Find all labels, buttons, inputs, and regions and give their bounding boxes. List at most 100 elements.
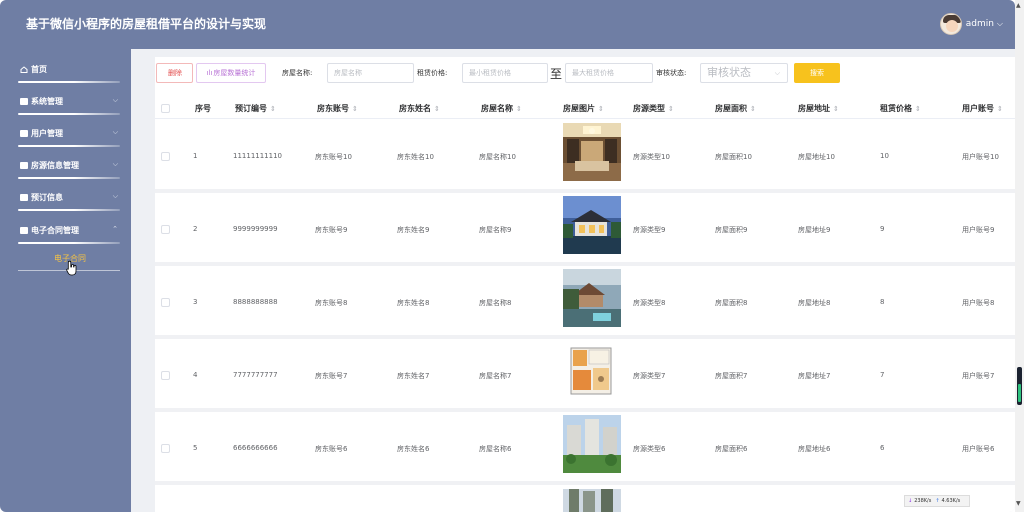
landlord-name: 房东姓名8 [397,299,430,307]
range-separator: 至 [550,67,563,81]
chevron-up-icon: ⌃ [112,225,118,233]
chart-icon: ılı [206,69,213,77]
scroll-up-icon[interactable]: ▲ [1016,2,1021,9]
house-name: 房屋名称10 [479,153,516,161]
column-header-landlord-account[interactable]: 房东账号 ⇕ [317,103,358,114]
column-header-house-image[interactable]: 房屋图片 ⇕ [563,103,604,114]
content-panel: 删除 ılı 房屋数量统计 房屋名称: 房屋名称 租赁价格: 最小租赁价格 至 … [155,57,1015,512]
delete-button[interactable]: 删除 [156,63,193,83]
folder-icon [20,129,28,137]
max-price-input[interactable]: 最大租赁价格 [565,63,653,83]
order-no: 11111111110 [233,152,282,160]
listing-type: 房源类型6 [633,445,666,453]
house-name-label: 房屋名称: [282,69,313,77]
order-no: 6666666666 [233,444,278,452]
sidebar-item-users[interactable]: 用户管理 ⌵ [18,121,120,147]
home-icon [20,65,28,73]
scroll-down-icon[interactable]: ▼ [1016,500,1021,507]
listing-type: 房源类型8 [633,299,666,307]
avatar[interactable] [939,13,962,35]
row-checkbox[interactable] [161,298,170,307]
grid-icon [20,97,28,105]
table-row[interactable]: 5 6666666666 房东账号6 房东姓名6 房屋名称6 房源类型6 房屋面… [155,412,1015,485]
column-header-price[interactable]: 租赁价格 ⇕ [880,103,921,114]
select-all-checkbox[interactable] [161,104,170,113]
status-label: 审核状态: [656,69,687,77]
user-account: 用户账号6 [962,445,995,453]
column-header-address[interactable]: 房屋地址 ⇕ [798,103,839,114]
landlord-name: 房东姓名10 [397,153,434,161]
sidebar-item-label: 系统管理 [31,96,63,106]
house-address: 房屋地址6 [798,445,831,453]
toolbar: 删除 ılı 房屋数量统计 房屋名称: 房屋名称 租赁价格: 最小租赁价格 至 … [155,63,1015,85]
sort-icon: ⇕ [516,105,522,113]
sidebar-item-label: 预订信息 [31,192,63,202]
sidebar-item-listings[interactable]: 房源信息管理 ⌵ [18,153,120,179]
house-name: 房屋名称9 [479,226,512,234]
house-image-seaside-villa[interactable] [563,269,621,327]
download-arrow-icon: ↓ [908,498,913,504]
page-scrollbar[interactable] [1015,0,1024,512]
row-checkbox[interactable] [161,371,170,380]
sidebar: 首页 系统管理 ⌵ 用户管理 ⌵ 房源信息管理 ⌵ 预订信息 ⌵ 电子合同管理 … [0,49,131,512]
house-name-input[interactable]: 房屋名称 [327,63,414,83]
row-checkbox[interactable] [161,225,170,234]
calendar-icon [20,193,28,201]
table-row[interactable]: 4 7777777777 房东账号7 房东姓名7 房屋名称7 房源类型7 房屋面… [155,339,1015,412]
sort-icon: ⇕ [997,105,1003,113]
sort-icon: ⇕ [750,105,756,113]
min-price-input[interactable]: 最小租赁价格 [462,63,548,83]
house-area: 房屋面积10 [715,153,752,161]
house-address: 房屋地址7 [798,372,831,380]
sidebar-item-system[interactable]: 系统管理 ⌵ [18,89,120,115]
chevron-down-icon: ⌵ [112,192,118,200]
rent-price: 10 [880,152,889,160]
landlord-account: 房东账号6 [315,445,348,453]
sort-icon: ⇕ [833,105,839,113]
landlord-name: 房东姓名6 [397,445,430,453]
app-title: 基于微信小程序的房屋租借平台的设计与实现 [26,17,267,31]
table-row[interactable]: 3 8888888888 房东账号8 房东姓名8 房屋名称8 房源类型8 房屋面… [155,266,1015,339]
house-image-apartment-buildings[interactable] [563,415,621,473]
row-checkbox[interactable] [161,152,170,161]
landlord-name: 房东姓名7 [397,372,430,380]
house-name: 房屋名称7 [479,372,512,380]
sort-icon: ⇕ [270,105,276,113]
column-header-listing-type[interactable]: 房源类型 ⇕ [633,103,674,114]
house-name: 房屋名称6 [479,445,512,453]
house-image-luxury-interior[interactable] [563,123,621,181]
column-header-index: 序号 [195,104,211,113]
house-area: 房屋面积6 [715,445,748,453]
column-header-landlord-name[interactable]: 房东姓名 ⇕ [399,103,440,114]
chevron-down-icon[interactable]: ⌵ [997,19,1003,29]
listing-type: 房源类型10 [633,153,670,161]
status-select[interactable]: 审核状态 ⌵ [700,63,788,83]
sidebar-item-contracts[interactable]: 电子合同管理 ⌃ [18,218,120,244]
house-image-partial[interactable] [563,489,621,512]
sidebar-item-label: 房源信息管理 [31,160,79,170]
price-label: 租赁价格: [417,69,448,77]
column-header-house-name[interactable]: 房屋名称 ⇕ [481,103,522,114]
sidebar-item-home[interactable]: 首页 [18,57,120,83]
search-button[interactable]: 搜索 [794,63,840,83]
column-header-area[interactable]: 房屋面积 ⇕ [715,103,756,114]
sort-icon: ⇕ [598,105,604,113]
house-address: 房屋地址9 [798,226,831,234]
landlord-account: 房东账号7 [315,372,348,380]
download-speed: 238K/s [914,498,932,504]
column-header-order-no[interactable]: 预订编号 ⇕ [235,103,276,114]
house-image-floor-plan[interactable] [563,342,621,400]
column-header-user-account[interactable]: 用户账号 ⇕ [962,103,1003,114]
house-image-chinese-courtyard[interactable] [563,196,621,254]
row-checkbox[interactable] [161,444,170,453]
house-stats-button[interactable]: ılı 房屋数量统计 [196,63,266,83]
listing-type: 房源类型9 [633,226,666,234]
user-account: 用户账号10 [962,153,999,161]
table-row[interactable]: 2 9999999999 房东账号9 房东姓名9 房屋名称9 房源类型9 房屋面… [155,193,1015,266]
table-row[interactable]: 1 11111111110 房东账号10 房东姓名10 房屋名称10 房源类型1… [155,120,1015,193]
user-name[interactable]: admin [966,19,994,29]
sidebar-item-label: 用户管理 [31,128,63,138]
row-index: 5 [193,444,198,452]
sidebar-item-bookings[interactable]: 预订信息 ⌵ [18,185,120,211]
user-menu[interactable]: admin ⌵ [939,12,1003,36]
